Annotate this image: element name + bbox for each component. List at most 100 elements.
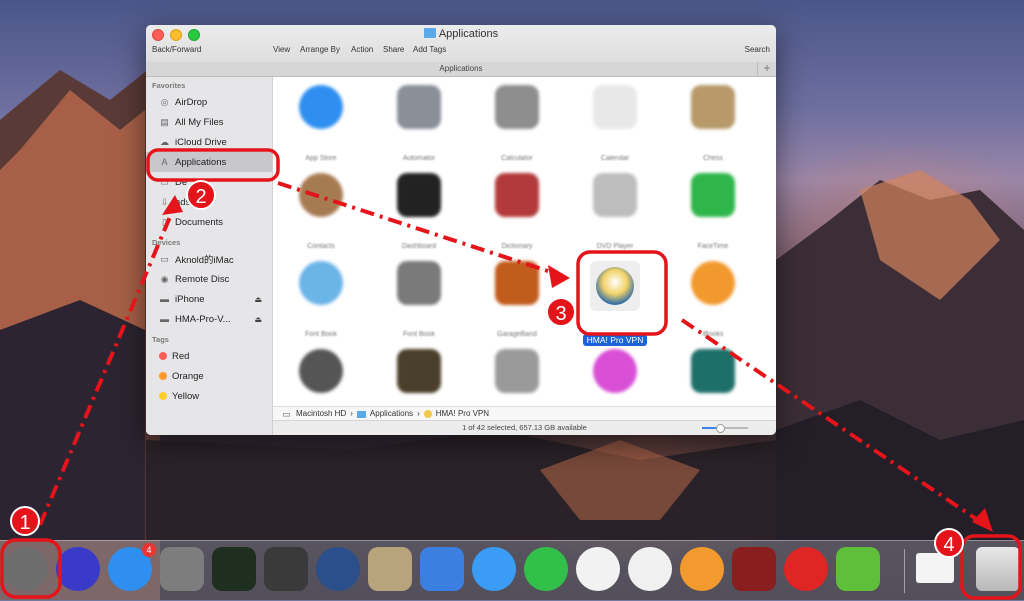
app-item[interactable]: App Store <box>281 85 361 165</box>
sidebar-item-label: iPhone <box>175 293 205 305</box>
screen-sharing-icon[interactable] <box>264 547 308 591</box>
app-item[interactable]: Contacts <box>281 173 361 253</box>
app-item[interactable]: Font Book <box>379 261 459 341</box>
path-file[interactable]: HMA! Pro VPN <box>436 407 489 421</box>
tab-bar: Applications + <box>146 62 776 77</box>
sidebar: Favorites ◎ AirDrop ▤ All My Files ☁ iCloud D… <box>146 77 273 435</box>
itunes-icon[interactable] <box>628 547 672 591</box>
sidebar-item-icloud-drive[interactable]: ☁ iCloud Drive <box>146 132 272 152</box>
app-name: iBooks <box>702 331 724 338</box>
tag-orange[interactable]: Orange <box>146 366 272 386</box>
tag-label: Yellow <box>172 390 200 402</box>
xcode-icon[interactable] <box>420 547 464 591</box>
window-title: Applications <box>146 28 776 40</box>
photo-booth-icon[interactable] <box>732 547 776 591</box>
tag-yellow[interactable]: Yellow <box>146 386 272 406</box>
app-name: Dictionary <box>501 243 533 250</box>
app-item[interactable]: Automator <box>379 85 459 165</box>
app-icon <box>495 349 539 393</box>
app-icon <box>397 349 441 393</box>
tab-applications[interactable]: Applications <box>439 64 482 73</box>
system-preferences-icon[interactable] <box>160 547 204 591</box>
sidebar-item-label: All My Files <box>175 116 224 128</box>
app-name: FaceTime <box>697 243 729 250</box>
app-icon <box>397 261 441 305</box>
sidebar-item-all-my-files[interactable]: ▤ All My Files <box>146 112 272 132</box>
back-forward-button[interactable]: Back/Forward <box>152 45 201 54</box>
app-name: GarageBand <box>497 331 537 338</box>
app-item[interactable]: Dictionary <box>477 173 557 253</box>
path-disk[interactable]: Macintosh HD <box>296 407 346 421</box>
app-item[interactable]: DVD Player <box>575 173 655 253</box>
facetime-red-icon[interactable] <box>784 547 828 591</box>
app-store-icon[interactable]: 4 <box>108 543 156 591</box>
app-item[interactable]: Calendar <box>575 85 655 165</box>
step-1-badge: 1 <box>10 506 40 536</box>
app-icon <box>299 85 343 129</box>
sidebar-item-documents[interactable]: ▯ Documents <box>146 212 272 232</box>
app-icon <box>495 261 539 305</box>
icon-size-slider[interactable] <box>702 424 748 433</box>
camtasia-icon[interactable] <box>836 547 880 591</box>
new-tab-button[interactable]: + <box>757 62 776 76</box>
preview-icon[interactable] <box>368 547 412 591</box>
quicktime-icon[interactable] <box>316 547 360 591</box>
app-item[interactable]: iBooks <box>673 261 753 341</box>
share-button[interactable]: Share <box>383 45 404 54</box>
folder-icon <box>356 410 366 418</box>
app-item[interactable]: Font Book <box>281 261 361 341</box>
documents-icon: ▯ <box>162 216 167 227</box>
view-button[interactable]: View <box>273 45 290 54</box>
sidebar-item-applications[interactable]: A Applications <box>146 152 272 172</box>
trash-icon[interactable] <box>976 547 1020 591</box>
sidebar-item-iphone[interactable]: ▬ iPhone ⏏ <box>146 289 272 309</box>
applications-icon: A <box>161 157 168 167</box>
messages-icon[interactable] <box>472 547 516 591</box>
app-hma-pro-vpn[interactable]: HMA! Pro VPN <box>575 261 655 348</box>
app-icon <box>299 349 343 393</box>
sidebar-item-label: Documents <box>175 216 224 228</box>
app-item[interactable]: Dashboard <box>379 173 459 253</box>
app-name: HMA! Pro VPN <box>582 334 648 346</box>
app-grid: App Store Automator Calculator Calendar Ches… <box>273 77 776 426</box>
app-item[interactable]: FaceTime <box>673 173 753 253</box>
tag-dot-icon <box>159 392 167 400</box>
activity-monitor-icon[interactable] <box>212 547 256 591</box>
hma-donkey-icon <box>596 267 634 305</box>
action-button[interactable]: Action <box>351 45 373 54</box>
app-icon <box>397 85 441 129</box>
app-icon <box>691 85 735 129</box>
search-button[interactable]: Search <box>745 45 770 54</box>
sidebar-item-remote-disc[interactable]: ◉ Remote Disc <box>146 269 272 289</box>
slider-knob[interactable] <box>716 424 725 433</box>
path-bar: ▭ Macintosh HD › Applications › HMA! Pro… <box>273 406 776 421</box>
app-name: Dashboard <box>401 243 437 250</box>
app-item[interactable]: GarageBand <box>477 261 557 341</box>
sidebar-item-aknold-imac[interactable]: ▭ Aknold的iMac <box>146 249 272 269</box>
siri-icon[interactable] <box>56 547 100 591</box>
ibooks-icon[interactable] <box>680 547 724 591</box>
launchpad-icon[interactable] <box>4 547 48 591</box>
tag-dot-icon <box>159 352 167 360</box>
sidebar-item-hma-pro-v-[interactable]: ▬ HMA-Pro-V... ⏏ <box>146 309 272 329</box>
step-2-badge: 2 <box>186 180 216 210</box>
app-name: DVD Player <box>596 243 634 250</box>
app-name: Calculator <box>501 155 533 162</box>
step-4-badge: 4 <box>934 528 964 558</box>
path-folder[interactable]: Applications <box>370 407 413 421</box>
tags-header: Tags <box>152 335 169 344</box>
step-3-badge: 3 <box>546 297 576 327</box>
path-separator: › <box>350 409 353 418</box>
tag-red[interactable]: Red <box>146 346 272 366</box>
facetime-icon[interactable] <box>524 547 568 591</box>
eject-icon[interactable]: ⏏ <box>254 295 262 304</box>
add-tags-button[interactable]: Add Tags <box>413 45 446 54</box>
eject-icon[interactable]: ⏏ <box>254 315 262 324</box>
arrange-by-button[interactable]: Arrange By <box>300 45 340 54</box>
sidebar-item-airdrop[interactable]: ◎ AirDrop <box>146 92 272 112</box>
app-item[interactable]: Calculator <box>477 85 557 165</box>
photos-icon[interactable] <box>576 547 620 591</box>
app-icon <box>495 173 539 217</box>
app-item[interactable]: Chess <box>673 85 753 165</box>
sidebar-item-label: De <box>175 176 188 188</box>
